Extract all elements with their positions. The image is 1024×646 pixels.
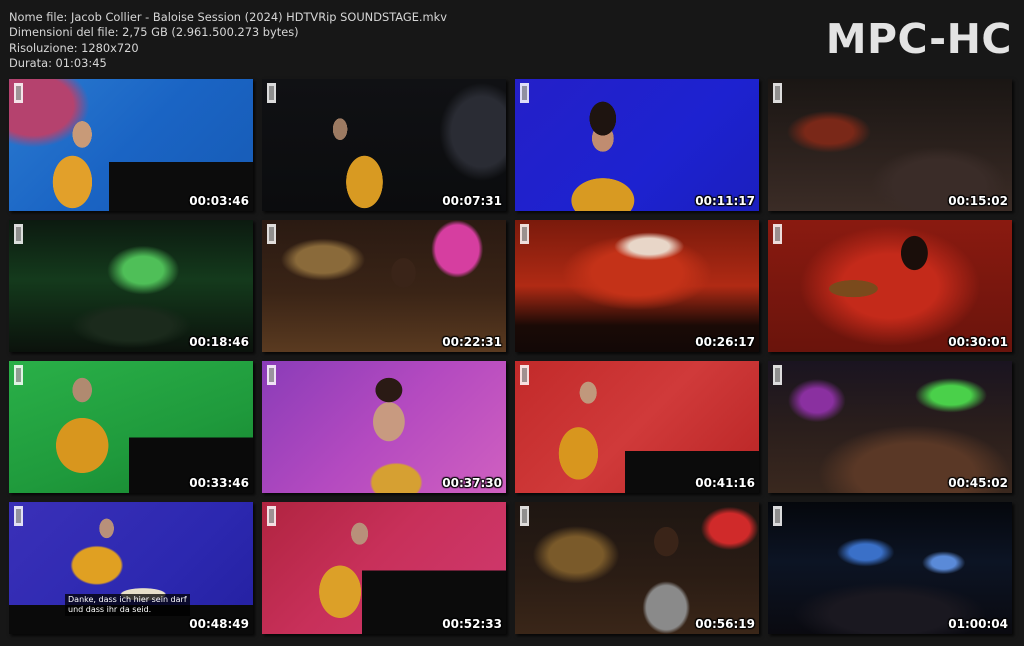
mpc-hc-logo: MPC-HC <box>825 15 1012 63</box>
thumbnail-timestamp: 00:41:16 <box>695 476 755 490</box>
channel-logo <box>14 506 23 526</box>
thumbnail-image <box>768 79 1012 211</box>
thumbnail-timestamp: 00:11:17 <box>695 194 755 208</box>
channel-logo <box>14 365 23 385</box>
channel-logo <box>773 365 782 385</box>
thumbnail: 00:26:17 <box>515 220 759 352</box>
channel-logo <box>267 83 276 103</box>
thumbnail: 00:41:16 <box>515 361 759 493</box>
thumbnail-image <box>768 220 1012 352</box>
channel-logo <box>773 224 782 244</box>
thumbnail: 00:37:30 <box>262 361 506 493</box>
channel-logo <box>14 83 23 103</box>
thumbnail-image <box>515 220 759 352</box>
channel-logo <box>267 506 276 526</box>
thumbnail-timestamp: 00:52:33 <box>442 617 502 631</box>
thumbnail-timestamp: 00:37:30 <box>442 476 502 490</box>
thumbnail-timestamp: 00:22:31 <box>442 335 502 349</box>
thumbnail-timestamp: 01:00:04 <box>948 617 1008 631</box>
thumbnail-timestamp: 00:45:02 <box>948 476 1008 490</box>
thumbnail-image <box>515 361 759 493</box>
file-size-line: Dimensioni del file: 2,75 GB (2.961.500.… <box>9 25 299 40</box>
thumbnail-image <box>9 220 253 352</box>
thumbnail-image <box>262 361 506 493</box>
thumbnail: 01:00:04 <box>768 502 1012 634</box>
thumbnail-image <box>768 502 1012 634</box>
thumbnail: 00:22:31 <box>262 220 506 352</box>
thumbnail-timestamp: 00:33:46 <box>189 476 249 490</box>
thumbnail-image <box>515 502 759 634</box>
thumbnail-timestamp: 00:48:49 <box>189 617 249 631</box>
thumbnail: 00:33:46 <box>9 361 253 493</box>
channel-logo <box>267 365 276 385</box>
thumbnail: 00:07:31 <box>262 79 506 211</box>
resolution-line: Risoluzione: 1280x720 <box>9 40 139 55</box>
thumbnail-grid: 00:03:46 00:07:31 00:11:17 00:15:02 00:1… <box>9 79 1015 635</box>
thumbnail-timestamp: 00:18:46 <box>189 335 249 349</box>
thumbnail-timestamp: 00:30:01 <box>948 335 1008 349</box>
thumbnail-timestamp: 00:07:31 <box>442 194 502 208</box>
thumbnail: 00:11:17 <box>515 79 759 211</box>
thumbnail-timestamp: 00:56:19 <box>695 617 755 631</box>
thumbnail: 00:30:01 <box>768 220 1012 352</box>
thumbnail-timestamp: 00:26:17 <box>695 335 755 349</box>
thumbnail: Danke, dass ich hier sein darf und dass … <box>9 502 253 634</box>
channel-logo <box>773 506 782 526</box>
thumbnail-timestamp: 00:03:46 <box>189 194 249 208</box>
thumbnail-image <box>9 79 253 211</box>
channel-logo <box>520 365 529 385</box>
thumbnail-timestamp: 00:15:02 <box>948 194 1008 208</box>
thumbnail-image <box>262 502 506 634</box>
thumbnail-image <box>262 79 506 211</box>
thumbnail: 00:52:33 <box>262 502 506 634</box>
file-name-line: Nome file: Jacob Collier - Baloise Sessi… <box>9 10 447 24</box>
subtitle-overlay: Danke, dass ich hier sein darf und dass … <box>65 594 190 616</box>
thumbnail: 00:18:46 <box>9 220 253 352</box>
thumbnail-image <box>515 79 759 211</box>
thumbnail: 00:56:19 <box>515 502 759 634</box>
channel-logo <box>520 83 529 103</box>
channel-logo <box>14 224 23 244</box>
duration-line: Durata: 01:03:45 <box>9 55 107 70</box>
channel-logo <box>520 506 529 526</box>
channel-logo <box>773 83 782 103</box>
subtitle-line-1: Danke, dass ich hier sein darf <box>68 595 187 604</box>
thumbnail-image <box>262 220 506 352</box>
thumbnail: 00:45:02 <box>768 361 1012 493</box>
thumbnail: 00:15:02 <box>768 79 1012 211</box>
sheet-header: Nome file: Jacob Collier - Baloise Sessi… <box>0 0 1024 78</box>
subtitle-line-2: und dass ihr da seid. <box>68 605 152 614</box>
channel-logo <box>267 224 276 244</box>
thumbnail-image <box>768 361 1012 493</box>
channel-logo <box>520 224 529 244</box>
thumbnail-image <box>9 361 253 493</box>
thumbnail: 00:03:46 <box>9 79 253 211</box>
file-info: Nome file: Jacob Collier - Baloise Sessi… <box>9 10 447 71</box>
